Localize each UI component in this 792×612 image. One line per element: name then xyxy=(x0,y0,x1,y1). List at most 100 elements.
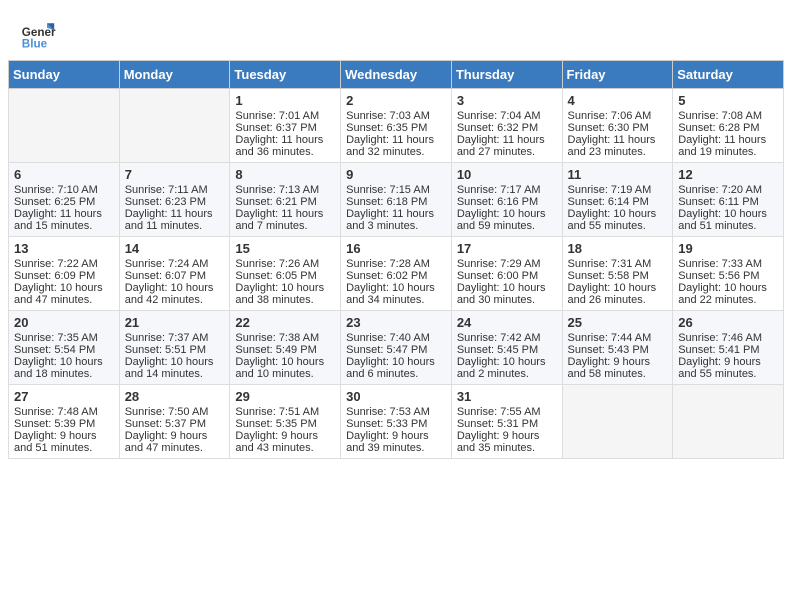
day-number: 7 xyxy=(125,167,225,182)
calendar-day-cell: 9Sunrise: 7:15 AMSunset: 6:18 PMDaylight… xyxy=(341,163,452,237)
day-number: 4 xyxy=(568,93,668,108)
sunset-text: Sunset: 5:41 PM xyxy=(678,344,778,356)
calendar-week-row: 13Sunrise: 7:22 AMSunset: 6:09 PMDayligh… xyxy=(9,237,784,311)
sunset-text: Sunset: 6:21 PM xyxy=(235,196,335,208)
sunset-text: Sunset: 5:37 PM xyxy=(125,418,225,430)
day-number: 2 xyxy=(346,93,446,108)
sunrise-text: Sunrise: 7:10 AM xyxy=(14,184,114,196)
daylight-text: Daylight: 11 hours and 19 minutes. xyxy=(678,134,778,158)
calendar-week-row: 27Sunrise: 7:48 AMSunset: 5:39 PMDayligh… xyxy=(9,385,784,459)
calendar-day-cell xyxy=(119,89,230,163)
day-of-week-header: Wednesday xyxy=(341,61,452,89)
day-number: 1 xyxy=(235,93,335,108)
daylight-text: Daylight: 11 hours and 23 minutes. xyxy=(568,134,668,158)
calendar-day-cell: 7Sunrise: 7:11 AMSunset: 6:23 PMDaylight… xyxy=(119,163,230,237)
day-number: 27 xyxy=(14,389,114,404)
sunset-text: Sunset: 6:25 PM xyxy=(14,196,114,208)
daylight-text: Daylight: 9 hours and 35 minutes. xyxy=(457,430,557,454)
sunset-text: Sunset: 5:51 PM xyxy=(125,344,225,356)
sunset-text: Sunset: 6:23 PM xyxy=(125,196,225,208)
sunset-text: Sunset: 5:56 PM xyxy=(678,270,778,282)
calendar-day-cell: 11Sunrise: 7:19 AMSunset: 6:14 PMDayligh… xyxy=(562,163,673,237)
daylight-text: Daylight: 11 hours and 27 minutes. xyxy=(457,134,557,158)
day-number: 5 xyxy=(678,93,778,108)
sunrise-text: Sunrise: 7:53 AM xyxy=(346,406,446,418)
day-number: 18 xyxy=(568,241,668,256)
calendar-day-cell: 19Sunrise: 7:33 AMSunset: 5:56 PMDayligh… xyxy=(673,237,784,311)
day-number: 14 xyxy=(125,241,225,256)
sunset-text: Sunset: 6:35 PM xyxy=(346,122,446,134)
day-number: 28 xyxy=(125,389,225,404)
sunrise-text: Sunrise: 7:20 AM xyxy=(678,184,778,196)
day-of-week-header: Sunday xyxy=(9,61,120,89)
sunrise-text: Sunrise: 7:35 AM xyxy=(14,332,114,344)
sunrise-text: Sunrise: 7:37 AM xyxy=(125,332,225,344)
calendar-day-cell: 21Sunrise: 7:37 AMSunset: 5:51 PMDayligh… xyxy=(119,311,230,385)
calendar-body: 1Sunrise: 7:01 AMSunset: 6:37 PMDaylight… xyxy=(9,89,784,459)
calendar-day-cell xyxy=(9,89,120,163)
sunrise-text: Sunrise: 7:03 AM xyxy=(346,110,446,122)
sunset-text: Sunset: 5:54 PM xyxy=(14,344,114,356)
calendar-day-cell xyxy=(673,385,784,459)
calendar-day-cell: 15Sunrise: 7:26 AMSunset: 6:05 PMDayligh… xyxy=(230,237,341,311)
calendar-day-cell: 6Sunrise: 7:10 AMSunset: 6:25 PMDaylight… xyxy=(9,163,120,237)
daylight-text: Daylight: 10 hours and 38 minutes. xyxy=(235,282,335,306)
sunrise-text: Sunrise: 7:46 AM xyxy=(678,332,778,344)
sunrise-text: Sunrise: 7:01 AM xyxy=(235,110,335,122)
day-number: 15 xyxy=(235,241,335,256)
sunrise-text: Sunrise: 7:17 AM xyxy=(457,184,557,196)
sunset-text: Sunset: 6:14 PM xyxy=(568,196,668,208)
daylight-text: Daylight: 10 hours and 55 minutes. xyxy=(568,208,668,232)
day-number: 30 xyxy=(346,389,446,404)
daylight-text: Daylight: 10 hours and 10 minutes. xyxy=(235,356,335,380)
daylight-text: Daylight: 11 hours and 11 minutes. xyxy=(125,208,225,232)
day-number: 20 xyxy=(14,315,114,330)
day-number: 23 xyxy=(346,315,446,330)
sunrise-text: Sunrise: 7:42 AM xyxy=(457,332,557,344)
day-number: 17 xyxy=(457,241,557,256)
calendar-day-cell: 14Sunrise: 7:24 AMSunset: 6:07 PMDayligh… xyxy=(119,237,230,311)
sunrise-text: Sunrise: 7:15 AM xyxy=(346,184,446,196)
sunset-text: Sunset: 6:05 PM xyxy=(235,270,335,282)
sunset-text: Sunset: 5:47 PM xyxy=(346,344,446,356)
logo: General Blue xyxy=(20,16,60,52)
sunrise-text: Sunrise: 7:40 AM xyxy=(346,332,446,344)
sunset-text: Sunset: 5:49 PM xyxy=(235,344,335,356)
sunset-text: Sunset: 6:16 PM xyxy=(457,196,557,208)
daylight-text: Daylight: 11 hours and 36 minutes. xyxy=(235,134,335,158)
sunrise-text: Sunrise: 7:51 AM xyxy=(235,406,335,418)
calendar-day-cell: 26Sunrise: 7:46 AMSunset: 5:41 PMDayligh… xyxy=(673,311,784,385)
day-number: 9 xyxy=(346,167,446,182)
daylight-text: Daylight: 11 hours and 7 minutes. xyxy=(235,208,335,232)
calendar-day-cell: 17Sunrise: 7:29 AMSunset: 6:00 PMDayligh… xyxy=(451,237,562,311)
sunset-text: Sunset: 6:28 PM xyxy=(678,122,778,134)
day-number: 29 xyxy=(235,389,335,404)
day-of-week-header: Tuesday xyxy=(230,61,341,89)
svg-text:Blue: Blue xyxy=(22,38,48,51)
calendar-day-cell: 20Sunrise: 7:35 AMSunset: 5:54 PMDayligh… xyxy=(9,311,120,385)
sunset-text: Sunset: 5:31 PM xyxy=(457,418,557,430)
daylight-text: Daylight: 10 hours and 34 minutes. xyxy=(346,282,446,306)
daylight-text: Daylight: 10 hours and 6 minutes. xyxy=(346,356,446,380)
daylight-text: Daylight: 9 hours and 43 minutes. xyxy=(235,430,335,454)
calendar-day-cell: 30 Sunrise: 7:53 AMSunset: 5:33 PMDayligh… xyxy=(341,385,452,459)
calendar-day-cell: 4Sunrise: 7:06 AMSunset: 6:30 PMDaylight… xyxy=(562,89,673,163)
page-header: General Blue xyxy=(0,0,792,60)
sunrise-text: Sunrise: 7:55 AM xyxy=(457,406,557,418)
days-of-week-row: SundayMondayTuesdayWednesdayThursdayFrid… xyxy=(9,61,784,89)
sunrise-text: Sunrise: 7:31 AM xyxy=(568,258,668,270)
sunset-text: Sunset: 5:33 PM xyxy=(346,418,446,430)
day-number: 10 xyxy=(457,167,557,182)
sunset-text: Sunset: 6:09 PM xyxy=(14,270,114,282)
day-number: 6 xyxy=(14,167,114,182)
calendar-day-cell: 29Sunrise: 7:51 AMSunset: 5:35 PMDayligh… xyxy=(230,385,341,459)
daylight-text: Daylight: 9 hours and 39 minutes. xyxy=(346,430,446,454)
calendar-day-cell: 31Sunrise: 7:55 AMSunset: 5:31 PMDayligh… xyxy=(451,385,562,459)
day-number: 24 xyxy=(457,315,557,330)
day-number: 21 xyxy=(125,315,225,330)
calendar-day-cell: 12Sunrise: 7:20 AMSunset: 6:11 PMDayligh… xyxy=(673,163,784,237)
calendar-day-cell: 2Sunrise: 7:03 AMSunset: 6:35 PMDaylight… xyxy=(341,89,452,163)
daylight-text: Daylight: 10 hours and 42 minutes. xyxy=(125,282,225,306)
sunrise-text: Sunrise: 7:19 AM xyxy=(568,184,668,196)
sunset-text: Sunset: 6:30 PM xyxy=(568,122,668,134)
